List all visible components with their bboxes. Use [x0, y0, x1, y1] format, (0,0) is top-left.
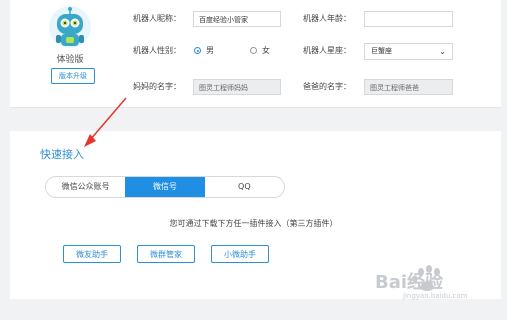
quick-access-tabs: 微信公众账号 微信号 QQ: [45, 176, 285, 198]
plugin-hint: 您可通过下载下方任一插件接入（第三方插件）: [169, 219, 338, 228]
quick-access-title: 快速接入: [40, 148, 84, 161]
age-label: 机器人年龄：: [303, 14, 351, 23]
father-name-label: 爸爸的名字：: [303, 82, 351, 91]
gender-radio-male[interactable]: [194, 47, 201, 54]
version-label: 体验版: [56, 55, 84, 65]
robot-avatar: [48, 5, 92, 49]
plugin-button-weiyou[interactable]: 微友助手: [63, 245, 121, 263]
plugin-button-xiaowei[interactable]: 小微助手: [211, 245, 269, 263]
watermark-url: jingyan.baidu.com: [403, 292, 468, 300]
constellation-label: 机器人星座：: [303, 46, 351, 55]
plugin-button-weiqun[interactable]: 微群管家: [137, 245, 195, 263]
age-input[interactable]: [364, 11, 453, 27]
gender-radio-female[interactable]: [250, 47, 257, 54]
upgrade-button[interactable]: 版本升级: [51, 68, 95, 84]
gender-male-label: 男: [206, 46, 214, 55]
nickname-input[interactable]: 百度经验小管家: [193, 11, 281, 27]
constellation-select[interactable]: 巨蟹座 ⌄: [364, 43, 453, 60]
tab-wechat-official[interactable]: 微信公众账号: [46, 177, 125, 197]
mother-name-label: 妈妈的名字：: [133, 82, 181, 91]
chevron-down-icon: ⌄: [439, 47, 446, 56]
baidu-jingyan-watermark: Bai经验 jingyan.baidu.com: [355, 262, 495, 306]
gender-female-label: 女: [262, 46, 270, 55]
constellation-value: 巨蟹座: [371, 47, 392, 55]
tab-qq[interactable]: QQ: [205, 177, 284, 197]
father-name-field: 图灵工程师爸爸: [364, 79, 453, 95]
tab-wechat-id[interactable]: 微信号: [125, 177, 205, 197]
mother-name-field: 图灵工程师妈妈: [193, 79, 281, 95]
gender-label: 机器人性别：: [133, 46, 181, 55]
nickname-label: 机器人昵称：: [133, 14, 181, 23]
watermark-text: Bai经验: [375, 272, 444, 293]
